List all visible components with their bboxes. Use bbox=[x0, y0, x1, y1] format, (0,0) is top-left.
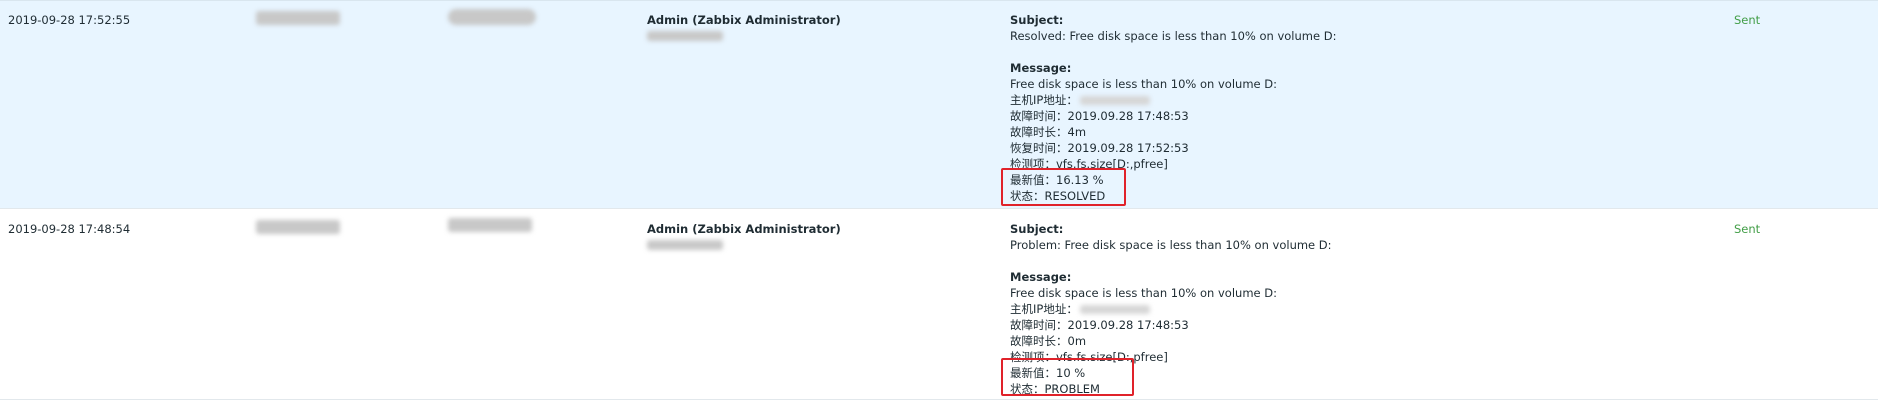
redacted-user-detail bbox=[647, 237, 841, 254]
user-name: Admin (Zabbix Administrator) bbox=[647, 13, 841, 27]
redacted-media-type bbox=[448, 9, 536, 29]
user-name: Admin (Zabbix Administrator) bbox=[647, 222, 841, 236]
message-line: 故障时间：2019.09.28 17:48:53 bbox=[1010, 318, 1189, 332]
redacted-recipient bbox=[256, 11, 340, 29]
alerts-table: 2019-09-28 17:52:55 Admin (Zabbix Admini… bbox=[0, 0, 1878, 400]
annotation-box bbox=[1001, 168, 1126, 206]
status-sent: Sent bbox=[1734, 13, 1761, 27]
message-line: 恢复时间：2019.09.28 17:52:53 bbox=[1010, 141, 1189, 155]
alert-user: Admin (Zabbix Administrator) bbox=[647, 221, 841, 254]
alert-time: 2019-09-28 17:52:55 bbox=[8, 13, 131, 27]
table-row: 2019-09-28 17:52:55 Admin (Zabbix Admini… bbox=[0, 0, 1878, 209]
subject-label: Subject: bbox=[1010, 222, 1064, 236]
message-line-host-ip: 主机IP地址： bbox=[1010, 92, 1336, 108]
redacted-user-detail bbox=[647, 28, 841, 45]
redacted-recipient bbox=[256, 220, 340, 238]
redacted-media-type bbox=[448, 218, 532, 236]
redacted-ip bbox=[1079, 96, 1150, 105]
message-line: 故障时长：4m bbox=[1010, 125, 1087, 139]
table-row: 2019-09-28 17:48:54 Admin (Zabbix Admini… bbox=[0, 209, 1878, 400]
message-label: Message: bbox=[1010, 270, 1072, 284]
message-line: Free disk space is less than 10% on volu… bbox=[1010, 77, 1277, 91]
message-line: 故障时长：0m bbox=[1010, 334, 1087, 348]
annotation-box bbox=[1001, 358, 1134, 396]
subject-label: Subject: bbox=[1010, 13, 1064, 27]
message-line: Free disk space is less than 10% on volu… bbox=[1010, 286, 1277, 300]
alert-user: Admin (Zabbix Administrator) bbox=[647, 12, 841, 45]
subject-text: Problem: Free disk space is less than 10… bbox=[1010, 238, 1332, 252]
status-sent: Sent bbox=[1734, 222, 1761, 236]
message-line: 故障时间：2019.09.28 17:48:53 bbox=[1010, 109, 1189, 123]
redacted-ip bbox=[1079, 305, 1150, 314]
alert-time: 2019-09-28 17:48:54 bbox=[8, 222, 131, 236]
subject-text: Resolved: Free disk space is less than 1… bbox=[1010, 29, 1337, 43]
message-line-host-ip: 主机IP地址： bbox=[1010, 301, 1332, 317]
message-label: Message: bbox=[1010, 61, 1072, 75]
